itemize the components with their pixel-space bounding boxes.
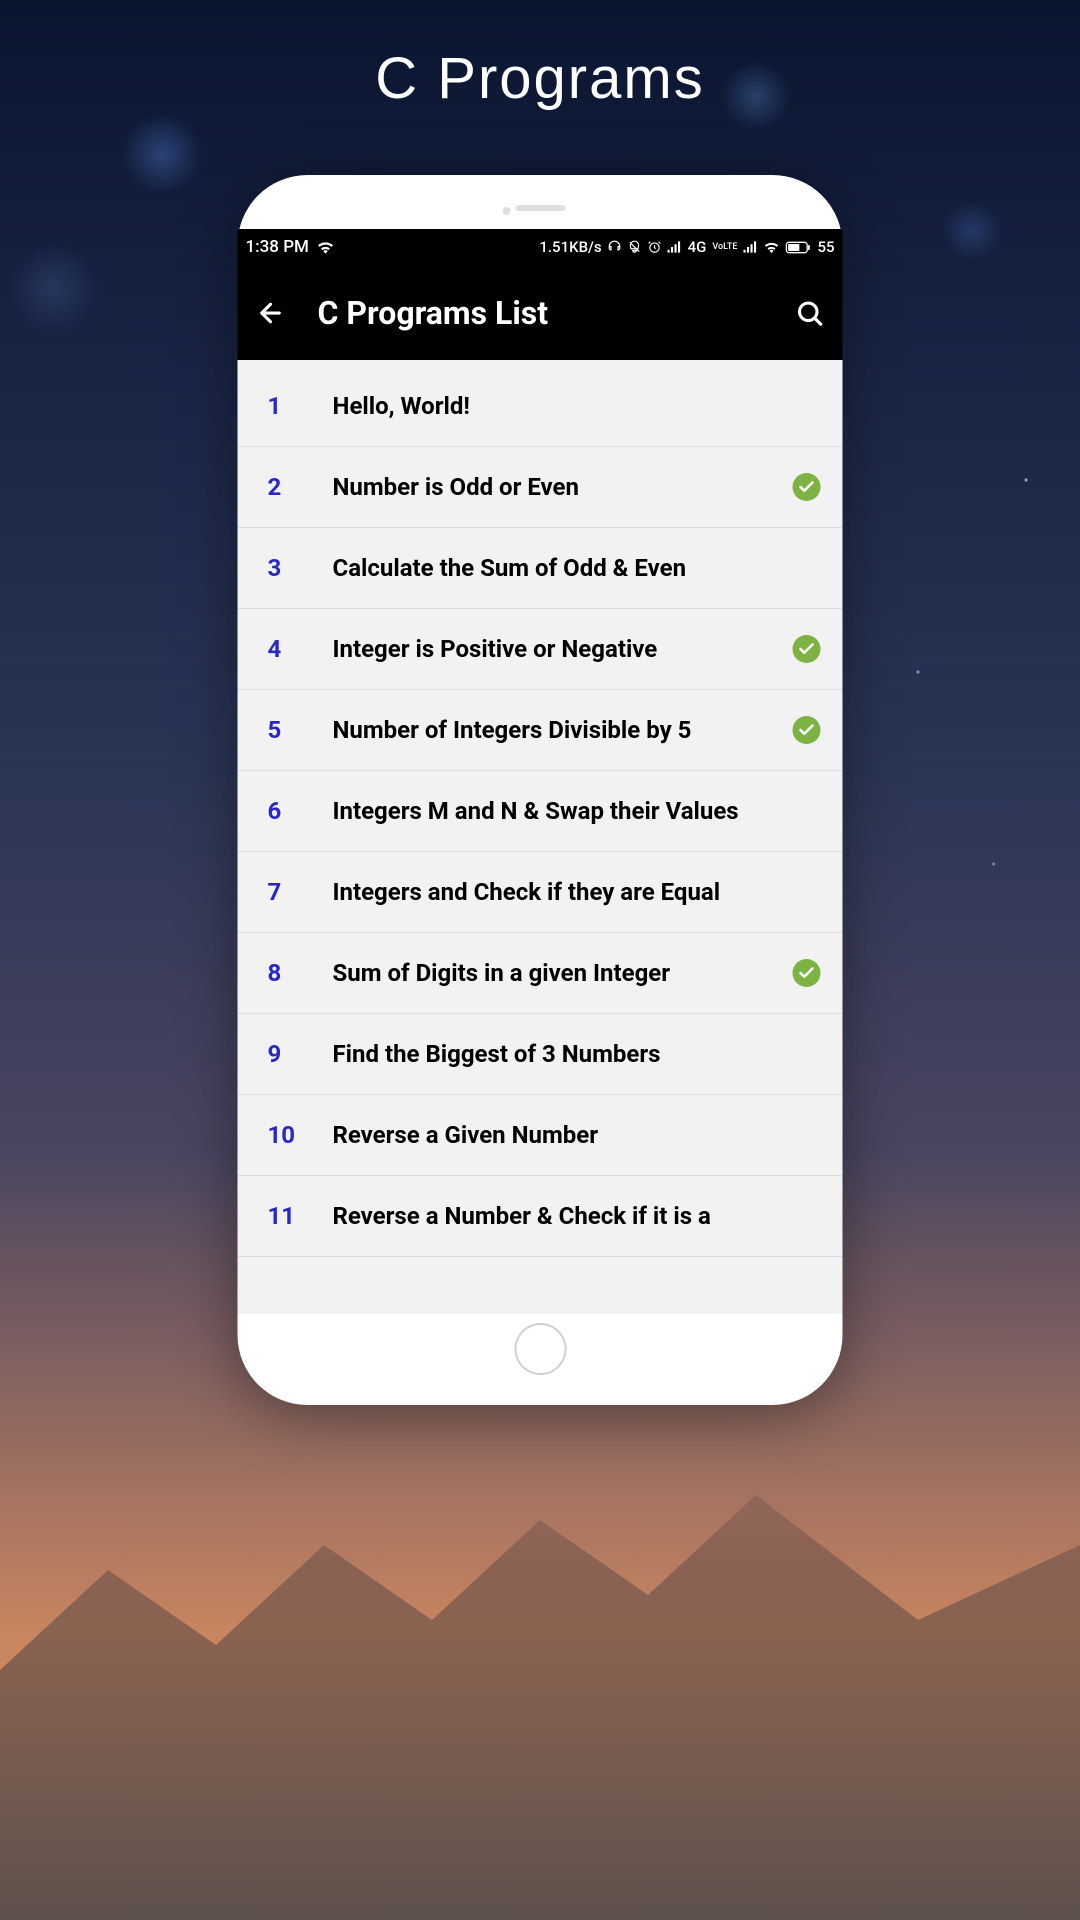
item-title: Hello, World! (333, 392, 823, 420)
item-title: Number of Integers Divisible by 5 (333, 716, 793, 744)
list-item[interactable]: 11Reverse a Number & Check if it is a (238, 1176, 843, 1257)
list-item[interactable]: 10Reverse a Given Number (238, 1095, 843, 1176)
list-item[interactable]: 4Integer is Positive or Negative (238, 609, 843, 690)
page-title: C Programs (0, 0, 1080, 112)
phone-speaker (515, 205, 565, 211)
alarm-icon (648, 240, 662, 254)
item-number: 1 (258, 392, 333, 420)
item-title: Sum of Digits in a given Integer (333, 959, 793, 987)
check-icon (793, 716, 821, 744)
signal-icon (668, 241, 682, 253)
mute-icon (628, 240, 642, 254)
check-icon (793, 959, 821, 987)
list-item[interactable]: 9Find the Biggest of 3 Numbers (238, 1014, 843, 1095)
back-button[interactable] (256, 298, 286, 328)
list-item[interactable]: 2Number is Odd or Even (238, 447, 843, 528)
item-number: 8 (258, 959, 333, 987)
item-title: Reverse a Number & Check if it is a (333, 1202, 823, 1230)
item-number: 9 (258, 1040, 333, 1068)
check-icon (793, 635, 821, 663)
list-item[interactable]: 1Hello, World! (238, 360, 843, 447)
list-item[interactable]: 5Number of Integers Divisible by 5 (238, 690, 843, 771)
item-number: 5 (258, 716, 333, 744)
volte-label: VoLTE (712, 243, 737, 252)
item-number: 6 (258, 797, 333, 825)
item-title: Integer is Positive or Negative (333, 635, 793, 663)
home-button[interactable] (514, 1323, 566, 1375)
network-label: 4G (688, 238, 707, 256)
wifi-icon (317, 240, 335, 254)
program-list: 1Hello, World!2Number is Odd or Even3Cal… (238, 360, 843, 1257)
item-title: Find the Biggest of 3 Numbers (333, 1040, 823, 1068)
item-number: 10 (258, 1121, 333, 1149)
status-bar-left: 1:38 PM (246, 237, 335, 257)
list-item[interactable]: 7Integers and Check if they are Equal (238, 852, 843, 933)
data-rate: 1.51KB/s (539, 238, 601, 256)
battery-icon (785, 241, 811, 254)
item-number: 2 (258, 473, 333, 501)
phone-camera (503, 207, 511, 215)
item-number: 11 (258, 1202, 333, 1230)
item-number: 7 (258, 878, 333, 906)
battery-percent: 55 (817, 238, 834, 256)
background-mountains (0, 1420, 1080, 1920)
status-bar: 1:38 PM 1.51KB/s 4G (238, 229, 843, 265)
item-title: Number is Odd or Even (333, 473, 793, 501)
headphones-icon (608, 240, 622, 254)
list-item[interactable]: 8Sum of Digits in a given Integer (238, 933, 843, 1014)
status-bar-right: 1.51KB/s 4G VoLTE (539, 238, 834, 256)
list-item[interactable]: 3Calculate the Sum of Odd & Even (238, 528, 843, 609)
app-bar-title: C Programs List (318, 294, 763, 332)
check-icon (793, 473, 821, 501)
item-number: 4 (258, 635, 333, 663)
item-title: Integers and Check if they are Equal (333, 878, 823, 906)
list-item[interactable]: 6Integers M and N & Swap their Values (238, 771, 843, 852)
phone-screen: 1:38 PM 1.51KB/s 4G (238, 229, 843, 1314)
app-bar: C Programs List (238, 265, 843, 360)
item-number: 3 (258, 554, 333, 582)
wifi-icon-2 (763, 241, 779, 253)
status-time: 1:38 PM (246, 237, 309, 257)
signal-icon-2 (743, 241, 757, 253)
item-title: Reverse a Given Number (333, 1121, 823, 1149)
phone-mockup: 1:38 PM 1.51KB/s 4G (238, 175, 843, 1405)
item-title: Integers M and N & Swap their Values (333, 797, 823, 825)
search-button[interactable] (795, 298, 825, 328)
item-title: Calculate the Sum of Odd & Even (333, 554, 823, 582)
